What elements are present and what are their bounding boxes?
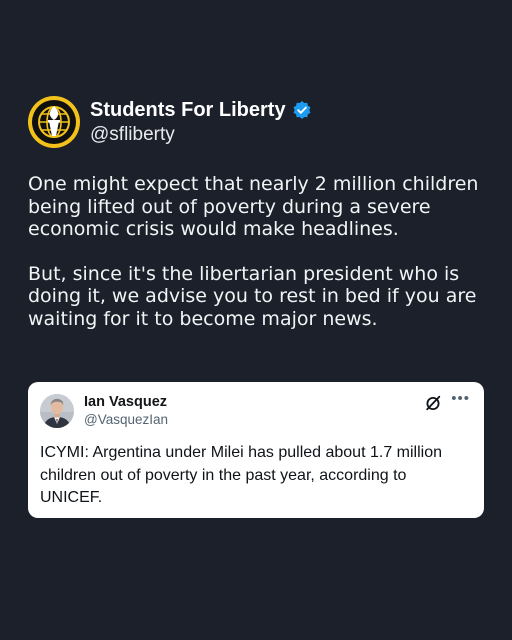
quoted-author-display-name[interactable]: Ian Vasquez bbox=[84, 394, 168, 411]
quoted-post-icons: ••• bbox=[424, 391, 470, 412]
post-paragraph-2: But, since it's the libertarian presiden… bbox=[28, 262, 477, 330]
profile-photo-avatar[interactable] bbox=[40, 394, 74, 428]
post-paragraph-1: One might expect that nearly 2 million c… bbox=[28, 173, 479, 240]
torch-globe-logo-icon bbox=[32, 100, 76, 144]
name-row: Students For Liberty bbox=[90, 98, 312, 122]
quoted-author-names: Ian Vasquez @VasquezIan bbox=[84, 394, 168, 428]
quoted-post-header: Ian Vasquez @VasquezIan ••• bbox=[40, 391, 470, 428]
quoted-author-handle[interactable]: @VasquezIan bbox=[84, 411, 168, 428]
quoted-post-card[interactable]: Ian Vasquez @VasquezIan ••• ICYMI: Argen… bbox=[28, 382, 484, 518]
more-options-icon[interactable]: ••• bbox=[451, 391, 470, 407]
author-names: Students For Liberty @sfliberty bbox=[90, 98, 312, 146]
verified-badge-icon bbox=[292, 100, 312, 120]
post-header: Students For Liberty @sfliberty bbox=[28, 96, 312, 148]
quoted-post-text: ICYMI: Argentina under Milei has pulled … bbox=[40, 444, 442, 506]
author-handle[interactable]: @sfliberty bbox=[90, 124, 312, 146]
post-body: One might expect that nearly 2 million c… bbox=[28, 173, 498, 330]
author-display-name[interactable]: Students For Liberty bbox=[90, 98, 286, 122]
avatar[interactable] bbox=[28, 96, 80, 148]
x-logo-icon[interactable] bbox=[424, 394, 442, 412]
